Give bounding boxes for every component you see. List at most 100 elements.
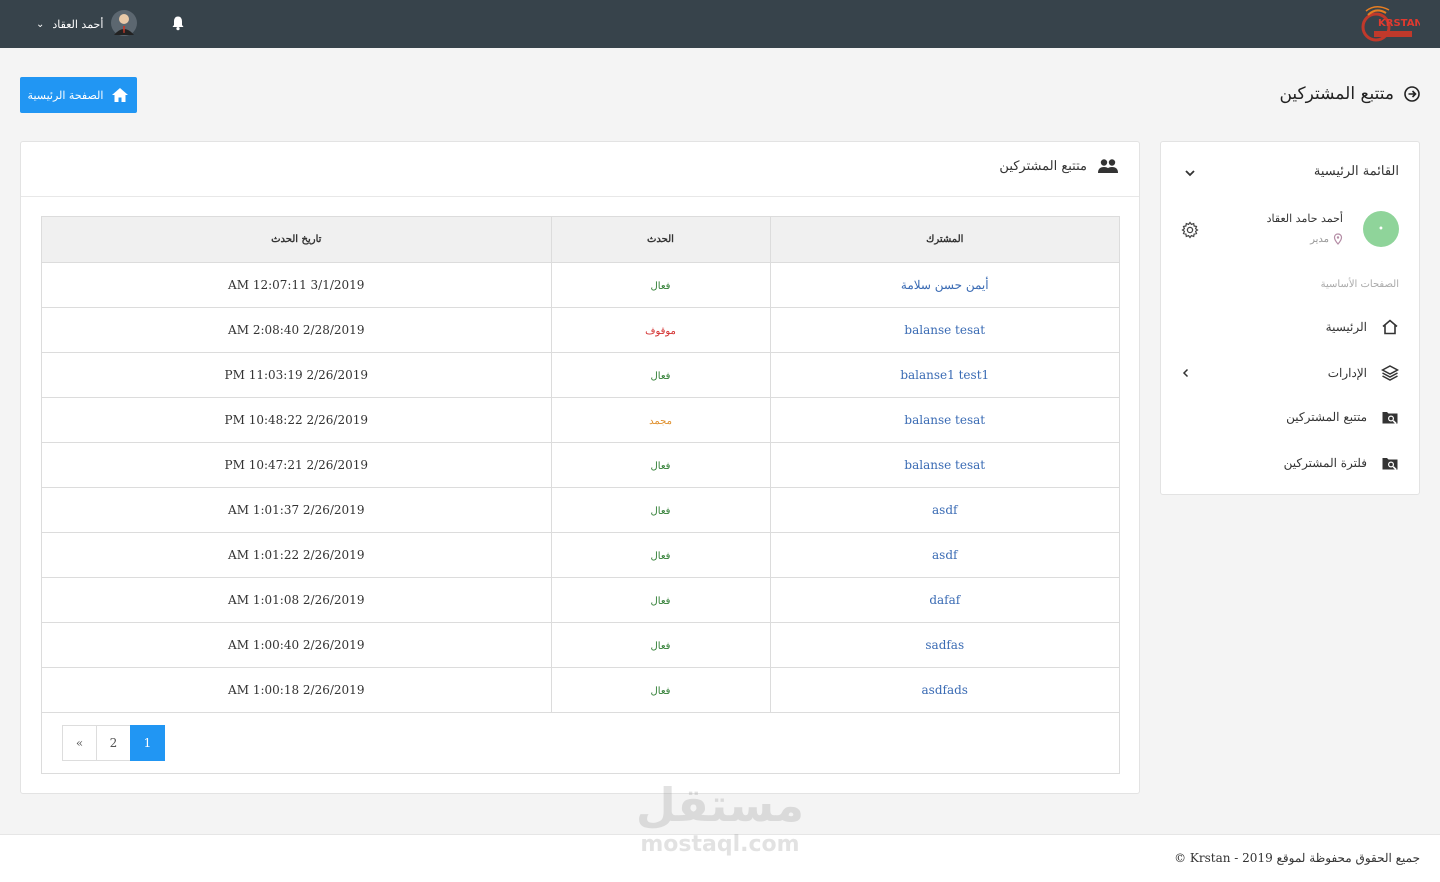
table-row: sadfas فعال 2/26/2019 1:00:40 AM xyxy=(42,621,1119,668)
location-pin-icon xyxy=(1333,233,1343,245)
subscriber-cell: balanse tesat xyxy=(769,306,1119,353)
event-cell: فعال xyxy=(550,351,771,398)
subscriber-table-box: المشترك الحدث تاريخ الحدث أيمن حسن سلامة… xyxy=(41,216,1120,774)
subscriber-link[interactable]: sadfas xyxy=(925,638,964,652)
subscriber-cell: أيمن حسن سلامة xyxy=(769,261,1119,308)
event-cell: مجمد xyxy=(550,396,771,443)
pagination: « 2 1 xyxy=(62,725,165,761)
chevron-left-icon[interactable] xyxy=(1181,368,1191,378)
event-status: موقوف xyxy=(645,325,676,337)
event-cell: فعال xyxy=(550,441,771,488)
table-row: balanse tesat موقوف 2/28/2019 2:08:40 AM xyxy=(42,306,1119,353)
event-status: فعال xyxy=(650,280,671,292)
notification-bell-icon[interactable] xyxy=(170,15,186,31)
table-row: balanse tesat فعال 2/26/2019 10:47:21 PM xyxy=(42,441,1119,488)
event-status: فعال xyxy=(650,550,671,562)
event-status: فعال xyxy=(650,640,671,652)
pagination-page-1[interactable]: 1 xyxy=(130,725,165,761)
subscriber-cell: dafaf xyxy=(769,576,1119,623)
tracker-icon xyxy=(1382,412,1398,425)
table-row: balanse1 test1 فعال 2/26/2019 11:03:19 PM xyxy=(42,351,1119,398)
subscriber-link[interactable]: asdf xyxy=(932,503,957,517)
watermark-latin: mostaql.com xyxy=(640,832,800,857)
subscriber-link[interactable]: asdf xyxy=(932,548,957,562)
home-icon xyxy=(1382,319,1398,335)
sidebar-item-subscriber-filter[interactable]: فلترة المشتركين xyxy=(1284,452,1399,474)
subscriber-cell: asdf xyxy=(769,531,1119,578)
subscriber-cell: asdf xyxy=(769,486,1119,533)
filter-icon xyxy=(1382,458,1398,471)
event-date-cell: 2/28/2019 2:08:40 AM xyxy=(42,306,552,353)
table-row: أيمن حسن سلامة فعال 3/1/2019 12:07:11 AM xyxy=(42,261,1119,308)
subscriber-link[interactable]: asdfads xyxy=(922,683,968,697)
card-header: متتبع المشتركين xyxy=(21,142,1139,197)
card-title-wrap: متتبع المشتركين xyxy=(999,158,1119,174)
krstan-logo[interactable]: KRSTAN xyxy=(1356,5,1420,45)
sidebar-item-departments[interactable]: الإدارات xyxy=(1328,362,1399,384)
watermark-arabic: مستقل xyxy=(635,778,805,832)
event-cell: فعال xyxy=(550,261,771,308)
subscriber-cell: balanse tesat xyxy=(769,396,1119,443)
event-status: فعال xyxy=(650,505,671,517)
event-status: مجمد xyxy=(649,415,672,427)
subscriber-link[interactable]: أيمن حسن سلامة xyxy=(901,278,989,292)
subscriber-cell: balanse1 test1 xyxy=(769,351,1119,398)
user-avatar[interactable] xyxy=(110,9,138,37)
subscriber-link[interactable]: balanse tesat xyxy=(904,413,985,427)
subscriber-tracker-card: متتبع المشتركين المشترك الحدث تاريخ الحد… xyxy=(20,141,1140,794)
table-body: أيمن حسن سلامة فعال 3/1/2019 12:07:11 AM ba… xyxy=(42,261,1119,713)
sidebar-item-home[interactable]: الرئيسية xyxy=(1326,316,1399,338)
event-status: فعال xyxy=(650,460,671,472)
sidebar-item-subscriber-tracker[interactable]: متتبع المشتركين xyxy=(1286,406,1399,428)
mostaql-watermark: مستقل mostaql.com xyxy=(630,778,810,868)
event-cell: فعال xyxy=(550,621,771,668)
event-date-cell: 2/26/2019 11:03:19 PM xyxy=(42,351,552,398)
table-row: asdfads فعال 2/26/2019 1:00:18 AM xyxy=(42,666,1119,713)
event-date-cell: 2/26/2019 1:01:08 AM xyxy=(42,576,552,623)
profile-avatar: • xyxy=(1363,211,1399,247)
sidebar-item-label: الإدارات xyxy=(1327,366,1367,380)
event-cell: موقوف xyxy=(550,306,771,353)
event-cell: فعال xyxy=(550,576,771,623)
pagination-page-2[interactable]: 2 xyxy=(96,725,131,761)
sidebar: القائمة الرئيسية • أحمد حامد العقاد مدير… xyxy=(1160,141,1420,495)
gear-icon[interactable] xyxy=(1181,221,1199,239)
layers-icon xyxy=(1381,365,1399,381)
chevron-down-icon: ⌄ xyxy=(36,18,45,30)
page-title: متتبع المشتركين xyxy=(1279,84,1394,104)
table-row: dafaf فعال 2/26/2019 1:01:08 AM xyxy=(42,576,1119,623)
event-status: فعال xyxy=(650,370,671,382)
event-date-cell: 2/26/2019 1:01:37 AM xyxy=(42,486,552,533)
subscriber-link[interactable]: dafaf xyxy=(929,593,960,607)
subscriber-cell: asdfads xyxy=(769,666,1119,713)
arrow-circle-right-icon xyxy=(1404,86,1420,102)
home-page-button[interactable]: الصفحة الرئيسية xyxy=(20,77,137,113)
table-header-row: المشترك الحدث تاريخ الحدث xyxy=(42,217,1119,263)
chevron-down-icon[interactable] xyxy=(1183,166,1197,180)
subscriber-table: المشترك الحدث تاريخ الحدث أيمن حسن سلامة… xyxy=(42,217,1119,713)
svg-text:KRSTAN: KRSTAN xyxy=(1378,18,1420,29)
table-row: asdf فعال 2/26/2019 1:01:37 AM xyxy=(42,486,1119,533)
profile-role: مدير xyxy=(1310,233,1343,245)
event-cell: فعال xyxy=(550,666,771,713)
home-page-button-label: الصفحة الرئيسية xyxy=(27,88,104,102)
sidebar-item-label: الرئيسية xyxy=(1325,320,1367,334)
sidebar-item-label: فلترة المشتركين xyxy=(1283,456,1367,470)
main-menu-title[interactable]: القائمة الرئيسية xyxy=(1314,164,1399,179)
subscriber-link[interactable]: balanse tesat xyxy=(904,458,985,472)
subscriber-cell: sadfas xyxy=(769,621,1119,668)
event-date-cell: 2/26/2019 10:48:22 PM xyxy=(42,396,552,443)
user-menu[interactable]: ⌄ أحمد العقاد xyxy=(36,10,103,38)
section-label: الصفحات الأساسية xyxy=(1320,279,1399,290)
pagination-prev-button[interactable]: « xyxy=(62,725,97,761)
sidebar-item-label: متتبع المشتركين xyxy=(1286,410,1367,424)
users-icon xyxy=(1098,159,1118,173)
column-header-subscriber: المشترك xyxy=(769,217,1119,263)
event-date-cell: 2/26/2019 1:00:18 AM xyxy=(42,666,552,713)
subscriber-cell: balanse tesat xyxy=(769,441,1119,488)
page-header: متتبع المشتركين xyxy=(1279,84,1420,104)
subscriber-link[interactable]: balanse1 test1 xyxy=(900,368,989,382)
footer-copyright: جميع الحقوق محفوظة لموقع 2019 - Krstan © xyxy=(1174,851,1420,865)
event-date-cell: 2/26/2019 1:00:40 AM xyxy=(42,621,552,668)
subscriber-link[interactable]: balanse tesat xyxy=(904,323,985,337)
